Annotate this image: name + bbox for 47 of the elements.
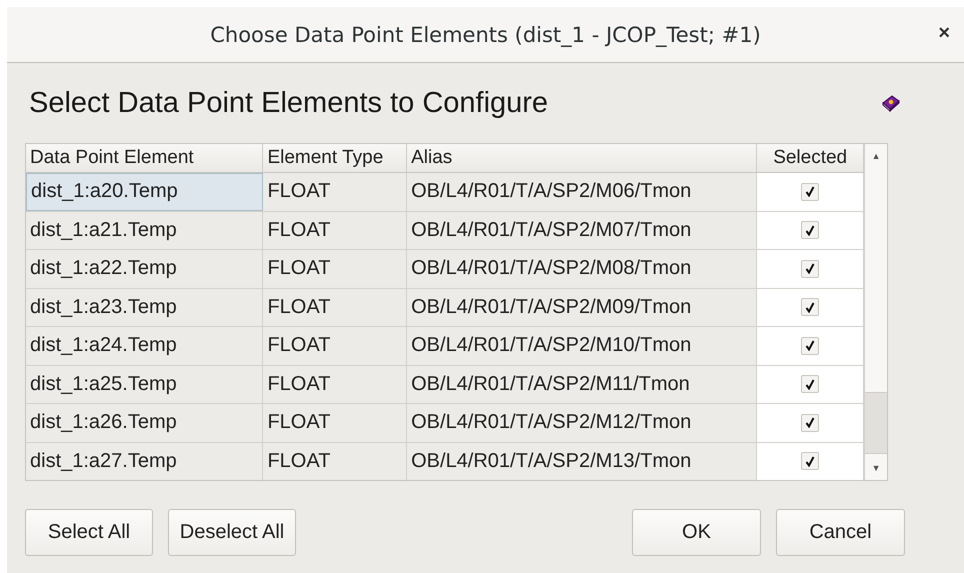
checkmark-icon (805, 456, 816, 467)
checkbox[interactable] (801, 375, 820, 394)
checkmark-icon (805, 263, 816, 274)
checkmark-icon (805, 302, 816, 313)
table-cell: dist_1:a27.Temp (26, 442, 264, 480)
table-cell: dist_1:a20.Temp (26, 173, 264, 210)
dialog-button[interactable]: Cancel (776, 509, 905, 556)
table-cell: FLOAT (263, 404, 408, 442)
scrollbar[interactable]: ▲ ▼ (864, 144, 887, 480)
column-header[interactable]: Alias (407, 144, 758, 172)
scroll-down-button[interactable]: ▼ (865, 456, 887, 480)
table-cell: FLOAT (263, 212, 408, 249)
table-cell: FLOAT (263, 327, 408, 364)
checkmark-icon (805, 186, 816, 198)
checkmark-icon (805, 224, 816, 236)
checkbox[interactable] (801, 260, 820, 278)
scrollbar-thumb[interactable] (865, 392, 887, 454)
checkbox[interactable] (801, 336, 820, 355)
checkbox[interactable] (801, 182, 820, 201)
column-header[interactable]: Data Point Element (26, 144, 264, 172)
dialog-button[interactable]: Deselect All (168, 509, 296, 556)
table-cell: FLOAT (263, 173, 408, 210)
checkmark-icon (805, 417, 816, 428)
scroll-up-button[interactable]: ▲ (865, 144, 887, 168)
checkbox[interactable] (801, 414, 820, 432)
table-cell: dist_1:a22.Temp (26, 250, 264, 288)
table-cell: FLOAT (263, 250, 408, 288)
checkmark-icon (805, 378, 816, 390)
table-cell: FLOAT (263, 366, 408, 403)
dialog-button[interactable]: OK (632, 509, 761, 556)
close-button[interactable]: × (934, 22, 954, 45)
table-cell: dist_1:a26.Temp (26, 404, 264, 442)
column-header[interactable]: Element Type (263, 144, 408, 172)
checkmark-icon (805, 340, 816, 352)
checkbox[interactable] (801, 452, 820, 470)
dialog-heading: Select Data Point Elements to Configure (29, 86, 548, 120)
table-cell: dist_1:a23.Temp (26, 288, 264, 326)
table-cell: dist_1:a25.Temp (26, 366, 264, 403)
checkbox[interactable] (801, 221, 820, 240)
window-title: Choose Data Point Elements (dist_1 - JCOP_Test; #1) (210, 22, 761, 46)
table-cell: dist_1:a24.Temp (26, 327, 264, 364)
help-book-icon[interactable] (881, 94, 901, 112)
checkbox[interactable] (801, 298, 820, 316)
dialog-button[interactable]: Select All (25, 509, 153, 556)
table-cell: FLOAT (263, 288, 408, 326)
table-cell: FLOAT (263, 442, 408, 480)
table-cell: dist_1:a21.Temp (26, 212, 264, 249)
